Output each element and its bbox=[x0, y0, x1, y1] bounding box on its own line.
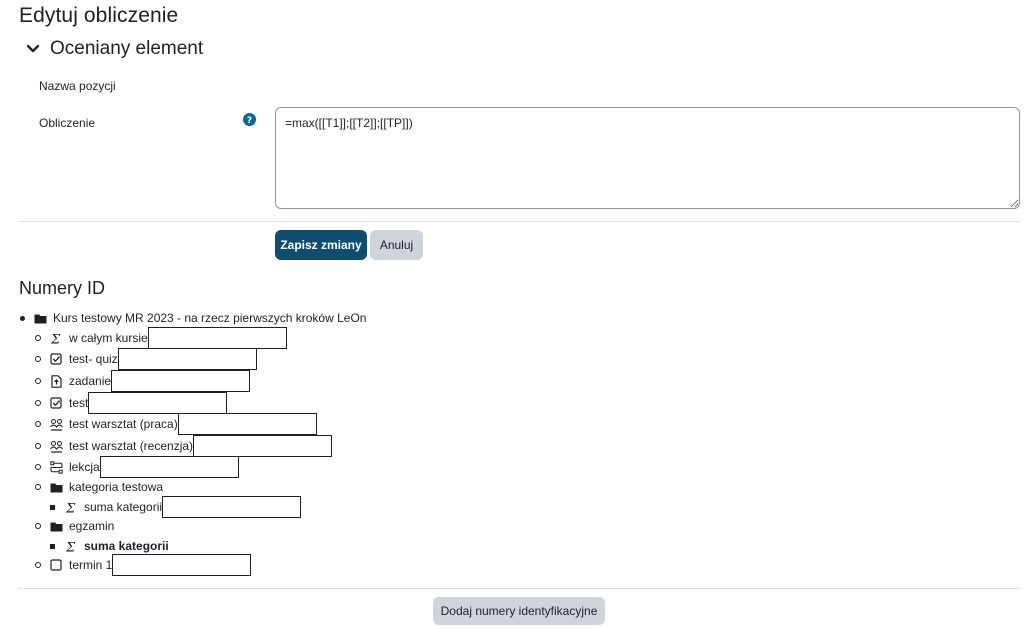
item-label: test- quiz bbox=[69, 352, 118, 366]
name-label: Nazwa pozycji bbox=[39, 79, 116, 93]
list-bullet bbox=[20, 316, 25, 321]
checkbox-checked-icon bbox=[50, 352, 63, 366]
workshop-icon bbox=[50, 418, 63, 431]
list-item: lekcja bbox=[35, 456, 239, 478]
item-label: termin 1 bbox=[69, 558, 113, 572]
help-icon[interactable]: ? bbox=[243, 113, 256, 126]
svg-text:Σ: Σ bbox=[65, 501, 76, 514]
list-item: Σ suma kategorii bbox=[50, 536, 169, 556]
svg-text:?: ? bbox=[247, 116, 252, 126]
list-item: test- quiz bbox=[35, 348, 257, 370]
list-item: egzamin bbox=[35, 516, 115, 536]
folder-icon bbox=[34, 312, 47, 325]
list-bullet bbox=[35, 356, 41, 362]
list-item: test bbox=[35, 392, 228, 414]
list-bullet bbox=[35, 523, 41, 529]
item-label: suma kategorii bbox=[84, 539, 169, 553]
sigma-icon: Σ bbox=[50, 332, 63, 345]
list-item: termin 1 bbox=[35, 554, 252, 576]
id-input[interactable] bbox=[177, 413, 317, 435]
add-id-numbers-button[interactable]: Dodaj numery identyfikacyjne bbox=[433, 597, 605, 625]
id-input[interactable] bbox=[147, 327, 287, 349]
id-input[interactable] bbox=[162, 496, 302, 518]
list-bullet bbox=[35, 464, 41, 470]
list-bullet bbox=[50, 544, 55, 549]
list-bullet bbox=[35, 400, 41, 406]
item-label: kategoria testowa bbox=[69, 480, 164, 494]
item-label: egzamin bbox=[69, 519, 115, 533]
item-label: lekcja bbox=[69, 460, 100, 474]
svg-text:Σ: Σ bbox=[50, 332, 61, 345]
id-input[interactable] bbox=[88, 392, 228, 414]
list-bullet bbox=[35, 421, 41, 427]
list-bullet bbox=[35, 484, 41, 490]
section-header[interactable]: Oceniany element bbox=[24, 38, 203, 60]
item-label: test warsztat (praca) bbox=[69, 417, 178, 431]
course-label: Kurs testowy MR 2023 - na rzecz pierwszy… bbox=[53, 311, 367, 325]
folder-icon bbox=[50, 520, 63, 533]
item-label: test warsztat (recenzja) bbox=[69, 439, 194, 453]
list-item: kategoria testowa bbox=[35, 477, 164, 497]
calculation-textarea[interactable]: =max([[T1]];[[T2]];[[TP]]) bbox=[275, 107, 1020, 209]
list-bullet bbox=[35, 378, 41, 384]
lesson-icon bbox=[50, 460, 63, 474]
id-input[interactable] bbox=[99, 456, 239, 478]
item-label: zadanie bbox=[69, 374, 112, 388]
chevron-down-icon[interactable] bbox=[24, 40, 42, 58]
divider bbox=[18, 221, 1020, 222]
item-label: suma kategorii bbox=[84, 500, 163, 514]
id-input[interactable] bbox=[111, 370, 251, 392]
save-button[interactable]: Zapisz zmiany bbox=[275, 230, 367, 260]
list-item: test warsztat (recenzja) bbox=[35, 435, 333, 457]
calculation-label: Obliczenie bbox=[39, 116, 96, 130]
svg-text:Σ: Σ bbox=[65, 540, 76, 553]
list-bullet bbox=[35, 562, 41, 568]
sigma-icon: Σ bbox=[65, 540, 78, 553]
list-bullet bbox=[50, 505, 55, 510]
list-bullet bbox=[35, 443, 41, 449]
folder-icon bbox=[50, 481, 63, 494]
workshop-icon bbox=[50, 440, 63, 453]
list-item: Σ w całym kursie bbox=[35, 327, 287, 349]
assignment-icon bbox=[50, 374, 63, 388]
list-bullet bbox=[35, 335, 41, 341]
id-input[interactable] bbox=[117, 348, 257, 370]
section-title: Oceniany element bbox=[50, 38, 204, 59]
divider bbox=[18, 588, 1020, 589]
checkbox-empty-icon bbox=[50, 558, 63, 572]
item-label: w całym kursie bbox=[69, 331, 148, 345]
checkbox-checked-icon bbox=[50, 396, 63, 410]
sigma-icon: Σ bbox=[65, 501, 78, 514]
page-title: Edytuj obliczenie bbox=[19, 4, 179, 27]
id-input[interactable] bbox=[193, 435, 333, 457]
list-item: zadanie bbox=[35, 370, 251, 392]
list-item: test warsztat (praca) bbox=[35, 413, 317, 435]
cancel-button[interactable]: Anuluj bbox=[370, 230, 423, 260]
course-row: Kurs testowy MR 2023 - na rzecz pierwszy… bbox=[20, 308, 367, 328]
id-input[interactable] bbox=[112, 554, 252, 576]
id-numbers-heading: Numery ID bbox=[19, 278, 106, 298]
item-label: test bbox=[69, 396, 89, 410]
list-item: Σ suma kategorii bbox=[50, 496, 302, 518]
